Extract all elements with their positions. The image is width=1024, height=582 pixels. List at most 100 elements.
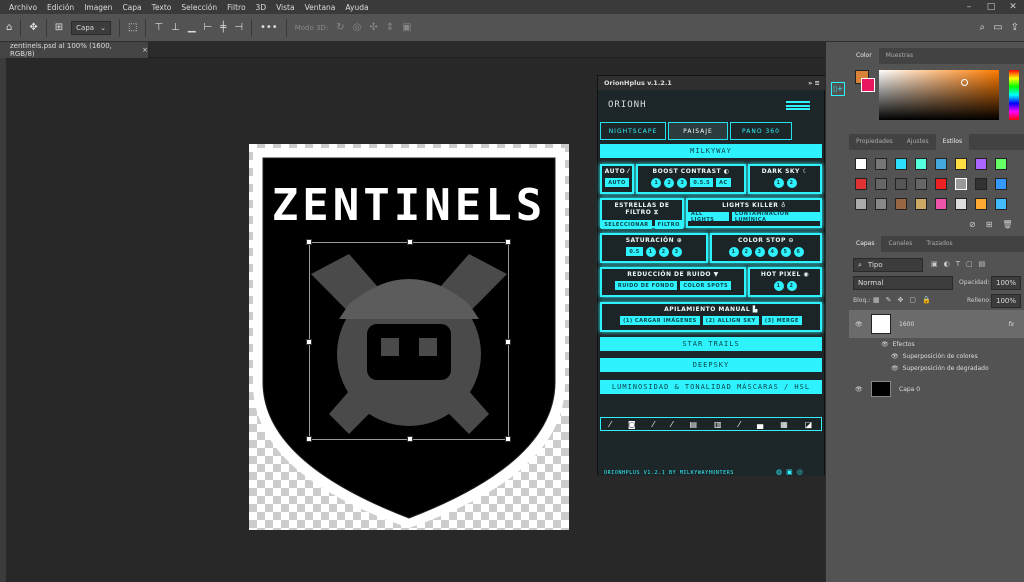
- style-swatch[interactable]: [935, 158, 947, 170]
- tab-pano-360[interactable]: PANO 360: [730, 122, 792, 140]
- fx-badge[interactable]: fx: [1008, 321, 1014, 328]
- menu-vista[interactable]: Vista: [271, 3, 300, 12]
- style-swatch[interactable]: [995, 198, 1007, 210]
- adjustment-filter-icon[interactable]: ◐: [944, 260, 950, 268]
- style-swatch[interactable]: [935, 178, 947, 190]
- menu-imagen[interactable]: Imagen: [79, 3, 117, 12]
- no-style-icon[interactable]: ⊘: [969, 220, 976, 229]
- saturacion-button-1[interactable]: 1: [645, 247, 656, 257]
- instagram-icon[interactable]: ◎: [797, 468, 803, 476]
- globe-icon[interactable]: ◍: [776, 468, 782, 476]
- hot-pixel-button-2[interactable]: 2: [786, 281, 797, 291]
- mask-icon[interactable]: ◙: [628, 420, 636, 429]
- menu-ventana[interactable]: Ventana: [300, 3, 341, 12]
- blend-mode-dropdown[interactable]: Normal: [853, 276, 953, 290]
- background-color-swatch[interactable]: [861, 78, 875, 92]
- color-picker-cursor[interactable]: [961, 79, 968, 86]
- opacity-field[interactable]: 100%: [991, 276, 1021, 290]
- roll-3d-icon[interactable]: ◎: [353, 22, 362, 33]
- layer-select-dropdown[interactable]: Capa ⌄: [71, 20, 111, 35]
- color-stop-button-5[interactable]: 5: [780, 247, 791, 257]
- style-swatch[interactable]: [955, 178, 967, 190]
- deepsky-header[interactable]: DEEPSKY: [600, 358, 822, 372]
- gradient-icon[interactable]: ▤: [689, 420, 697, 429]
- style-swatch[interactable]: [915, 158, 927, 170]
- home-icon[interactable]: ⌂: [6, 22, 12, 33]
- effect-gradient-overlay-row[interactable]: 👁 Superposición de degradado: [849, 362, 1024, 374]
- boost-button-2[interactable]: 2: [664, 178, 675, 188]
- boost-button-1[interactable]: 1: [651, 178, 662, 188]
- transform-handle[interactable]: [505, 436, 511, 442]
- tab-paisaje[interactable]: PAISAJE: [668, 122, 728, 140]
- contaminacion-button[interactable]: CONTAMINACIÓN LUMÍNICA: [731, 211, 820, 223]
- layer-kind-filter[interactable]: ⌕ Tipo: [853, 258, 923, 272]
- style-swatch[interactable]: [915, 198, 927, 210]
- lock-all-icon[interactable]: 🔒: [922, 296, 931, 304]
- style-swatch[interactable]: [975, 158, 987, 170]
- brush-dark-icon[interactable]: ⁄: [653, 420, 654, 429]
- align-left-icon[interactable]: ⊢: [204, 22, 213, 33]
- delete-style-icon[interactable]: 🗑: [1002, 220, 1012, 229]
- menu-archivo[interactable]: Archivo: [4, 3, 42, 12]
- orbit-3d-icon[interactable]: ↻: [336, 22, 344, 33]
- tab-propiedades[interactable]: Propiedades: [849, 134, 900, 150]
- align-top-icon[interactable]: ⊤: [154, 22, 163, 33]
- tab-trazados[interactable]: Trazados: [919, 236, 959, 252]
- style-swatch[interactable]: [995, 178, 1007, 190]
- search-icon[interactable]: ⌕: [980, 22, 986, 33]
- lock-paint-icon[interactable]: ✎: [886, 296, 892, 304]
- all-lights-button[interactable]: ALL LIGHTS: [688, 211, 729, 223]
- auto-select-icon[interactable]: ⊞: [55, 22, 63, 33]
- menu-capa[interactable]: Capa: [117, 3, 146, 12]
- style-swatch[interactable]: [875, 198, 887, 210]
- style-swatch[interactable]: [995, 158, 1007, 170]
- auto-button[interactable]: AUTO: [605, 178, 629, 187]
- color-stop-button-2[interactable]: 2: [741, 247, 752, 257]
- lock-pixels-icon[interactable]: ▦: [873, 296, 880, 304]
- dark-sky-button-1[interactable]: 1: [773, 178, 784, 188]
- style-swatch[interactable]: [875, 178, 887, 190]
- move-tool-icon[interactable]: ✥: [29, 22, 37, 33]
- color-picker-field[interactable]: [879, 70, 999, 120]
- layer-row-1600[interactable]: 👁 1600 fx: [849, 310, 1024, 338]
- menu-texto[interactable]: Texto: [147, 3, 177, 12]
- boost-ac-button[interactable]: AC: [716, 178, 731, 187]
- star-trails-header[interactable]: STAR TRAILS: [600, 337, 822, 351]
- levels-icon[interactable]: ▄: [757, 420, 763, 429]
- style-swatch[interactable]: [955, 198, 967, 210]
- merge-button[interactable]: (3) MERGE: [761, 316, 802, 325]
- cargar-imagenes-button[interactable]: (1) CARGAR IMÁGENES: [620, 316, 700, 325]
- style-swatch[interactable]: [955, 158, 967, 170]
- tab-canales[interactable]: Canales: [881, 236, 919, 252]
- type-filter-icon[interactable]: T: [956, 260, 960, 268]
- layer-name[interactable]: 1600: [899, 321, 914, 328]
- boost-button-3[interactable]: 3: [677, 178, 688, 188]
- layer-row-capa-0[interactable]: 👁 Capa 0: [849, 378, 1024, 400]
- style-swatch[interactable]: [855, 158, 867, 170]
- gradient-reverse-icon[interactable]: ▥: [714, 420, 722, 429]
- brush-light-icon[interactable]: ⁄: [671, 420, 672, 429]
- transform-handle[interactable]: [306, 339, 312, 345]
- style-swatch[interactable]: [895, 158, 907, 170]
- transform-bounding-box[interactable]: [306, 239, 511, 442]
- menu-filtro[interactable]: Filtro: [222, 3, 250, 12]
- tab-ajustes[interactable]: Ajustes: [900, 134, 936, 150]
- color-stop-button-1[interactable]: 1: [728, 247, 739, 257]
- fill-field[interactable]: 100%: [991, 294, 1021, 308]
- lock-position-icon[interactable]: ✥: [898, 296, 904, 304]
- seleccionar-button[interactable]: SELECCIONAR: [601, 220, 652, 229]
- transform-handle[interactable]: [306, 239, 312, 245]
- drag-3d-icon[interactable]: ✣: [369, 22, 377, 33]
- menu-3d[interactable]: 3D: [251, 3, 272, 12]
- ruido-de-fondo-button[interactable]: RUIDO DE FONDO: [614, 281, 678, 290]
- smart-filter-icon[interactable]: ▤: [979, 260, 986, 268]
- slide-3d-icon[interactable]: ⇕: [386, 22, 394, 33]
- style-swatch[interactable]: [975, 178, 987, 190]
- style-swatch[interactable]: [935, 198, 947, 210]
- plugin-dock-icon[interactable]: ▯+: [831, 82, 845, 96]
- style-swatch[interactable]: [895, 198, 907, 210]
- effect-eye-icon[interactable]: 👁: [891, 365, 899, 372]
- filtro-button[interactable]: FILTRO: [654, 220, 683, 229]
- hamburger-menu-icon[interactable]: [786, 101, 810, 110]
- effect-eye-icon[interactable]: 👁: [891, 353, 899, 360]
